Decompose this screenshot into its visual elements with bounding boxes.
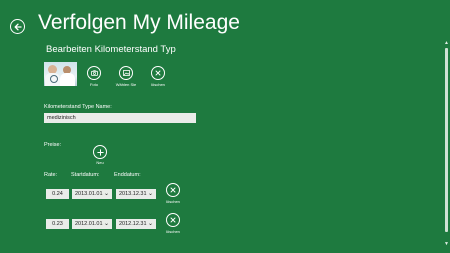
page-title: Verfolgen My Mileage xyxy=(38,11,240,34)
scroll-down-icon[interactable]: ▼ xyxy=(444,241,449,247)
start-date-value: 2013.01.01 xyxy=(75,191,103,197)
delete-rate-button[interactable] xyxy=(166,183,180,197)
rate-column-header: Rate: xyxy=(44,172,58,178)
delete-rate-button-label: löschen xyxy=(166,199,180,204)
name-field[interactable]: medizinisch xyxy=(44,113,196,123)
scrollbar-thumb[interactable] xyxy=(445,48,448,232)
name-field-label: Kilometerstand Type Name: xyxy=(44,104,112,110)
chevron-down-icon: ⌄ xyxy=(147,221,153,227)
end-date-select[interactable]: 2012.12.31 ⌄ xyxy=(116,219,156,229)
delete-rate-button-label: löschen xyxy=(166,229,180,234)
close-icon xyxy=(170,217,176,223)
end-date-select[interactable]: 2013.12.31 ⌄ xyxy=(116,189,156,199)
end-column-header: Enddatum: xyxy=(114,172,141,178)
add-price-button[interactable] xyxy=(93,145,107,159)
choose-image-button[interactable] xyxy=(119,66,133,80)
rate-input[interactable]: 0.23 xyxy=(46,219,69,229)
back-button[interactable] xyxy=(10,19,25,34)
start-date-select[interactable]: 2012.01.01 ⌄ xyxy=(72,219,112,229)
start-date-value: 2012.01.01 xyxy=(75,221,103,227)
chevron-down-icon: ⌄ xyxy=(103,191,109,197)
mileage-type-image xyxy=(44,62,77,86)
rate-input[interactable]: 0.24 xyxy=(46,189,69,199)
delete-type-button[interactable] xyxy=(151,66,165,80)
start-date-select[interactable]: 2013.01.01 ⌄ xyxy=(72,189,112,199)
delete-type-button-label: löschen xyxy=(151,82,165,87)
section-title: Bearbeiten Kilometerstand Typ xyxy=(46,44,176,55)
chevron-down-icon: ⌄ xyxy=(103,221,109,227)
prices-label: Preise: xyxy=(44,142,62,148)
camera-icon xyxy=(90,70,98,76)
add-price-button-label: Neu xyxy=(96,160,104,165)
chevron-down-icon: ⌄ xyxy=(147,191,153,197)
end-date-value: 2013.12.31 xyxy=(119,191,147,197)
image-icon xyxy=(122,70,130,76)
choose-image-button-label: Wählen Sie xyxy=(115,82,137,87)
delete-rate-button[interactable] xyxy=(166,213,180,227)
close-icon xyxy=(170,187,176,193)
photo-button[interactable] xyxy=(87,66,101,80)
close-icon xyxy=(155,70,161,76)
start-column-header: Startdatum: xyxy=(71,172,100,178)
photo-button-label: Foto xyxy=(89,82,99,87)
back-arrow-icon xyxy=(14,23,22,30)
end-date-value: 2012.12.31 xyxy=(119,221,147,227)
scroll-up-icon[interactable]: ▲ xyxy=(444,40,449,46)
plus-icon xyxy=(96,148,104,156)
